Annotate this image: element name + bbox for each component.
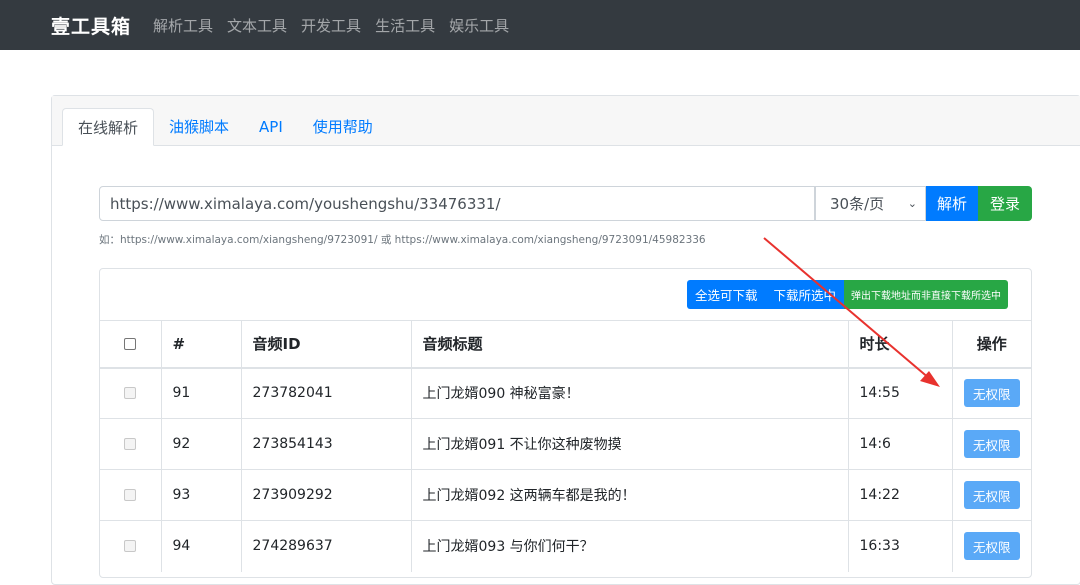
nav-links: 解析工具 文本工具 开发工具 生活工具 娱乐工具 xyxy=(153,15,523,36)
header-num: # xyxy=(160,320,241,369)
row-checkbox[interactable] xyxy=(124,540,137,553)
tab-api[interactable]: API xyxy=(244,108,298,146)
parse-button[interactable]: 解析 xyxy=(926,186,978,221)
row-select-cell xyxy=(100,418,161,470)
row-operation-cell: 无权限 xyxy=(951,469,1031,521)
row-num: 92 xyxy=(160,418,241,470)
header-audio-title: 音频标题 xyxy=(410,320,848,369)
brand-logo[interactable]: 壹工具箱 xyxy=(51,12,131,39)
table-row: 92 273854143 上门龙婿091 不让你这种废物摸 14:6 无权限 xyxy=(100,418,1031,470)
login-button[interactable]: 登录 xyxy=(978,186,1032,221)
header-duration: 时长 xyxy=(847,320,952,369)
header-audio-id: 音频ID xyxy=(240,320,411,369)
chevron-down-icon: ⌄ xyxy=(907,197,917,210)
tab-online-parse[interactable]: 在线解析 xyxy=(62,108,155,146)
row-num: 91 xyxy=(160,367,241,419)
table-row: 93 273909292 上门龙婿092 这两辆车都是我的！ 14:22 无权限 xyxy=(100,469,1031,521)
popup-download-links-button[interactable]: 弹出下载地址而非直接下载所选中 xyxy=(844,280,1009,309)
top-navbar: 壹工具箱 解析工具 文本工具 开发工具 生活工具 娱乐工具 xyxy=(0,0,1080,50)
row-audio-id: 273782041 xyxy=(240,367,411,419)
table-row: 94 274289637 上门龙婿093 与你们何干？ 16:33 无权限 xyxy=(100,520,1031,572)
table-row: 91 273782041 上门龙婿090 神秘富豪！ 14:55 无权限 xyxy=(100,367,1031,419)
row-audio-title: 上门龙婿093 与你们何干？ xyxy=(410,520,848,572)
no-permission-button[interactable]: 无权限 xyxy=(963,379,1020,408)
row-audio-title: 上门龙婿091 不让你这种废物摸 xyxy=(410,418,848,470)
table-header-row: # 音频ID 音频标题 时长 操作 xyxy=(100,320,1031,369)
row-duration: 14:55 xyxy=(847,367,952,419)
select-all-downloadable-button[interactable]: 全选可下载 xyxy=(687,280,766,309)
nav-link-dev-tools[interactable]: 开发工具 xyxy=(301,15,361,36)
row-audio-id: 273909292 xyxy=(240,469,411,521)
tab-bar: 在线解析 油猴脚本 API 使用帮助 xyxy=(62,108,388,146)
nav-link-fun-tools[interactable]: 娱乐工具 xyxy=(449,15,509,36)
select-all-header xyxy=(100,320,161,369)
card-header: 在线解析 油猴脚本 API 使用帮助 xyxy=(52,96,1080,146)
per-page-select[interactable]: 30条/页 ⌄ xyxy=(815,186,926,221)
row-audio-title: 上门龙婿092 这两辆车都是我的！ xyxy=(410,469,848,521)
row-duration: 14:22 xyxy=(847,469,952,521)
download-selected-button[interactable]: 下载所选中 xyxy=(765,280,845,309)
row-select-cell xyxy=(100,520,161,572)
row-operation-cell: 无权限 xyxy=(951,367,1031,419)
row-audio-title: 上门龙婿090 神秘富豪！ xyxy=(410,367,848,419)
row-operation-cell: 无权限 xyxy=(951,520,1031,572)
url-example-hint: 如：https://www.ximalaya.com/xiangsheng/97… xyxy=(99,234,706,246)
header-operation: 操作 xyxy=(951,320,1031,369)
row-checkbox[interactable] xyxy=(124,387,137,400)
per-page-value: 30条/页 xyxy=(830,195,885,213)
tab-userscript[interactable]: 油猴脚本 xyxy=(154,108,244,146)
nav-link-life-tools[interactable]: 生活工具 xyxy=(375,15,435,36)
no-permission-button[interactable]: 无权限 xyxy=(963,481,1020,509)
row-select-cell xyxy=(100,469,161,521)
row-audio-id: 273854143 xyxy=(240,418,411,470)
results-panel: 全选可下载 下载所选中 弹出下载地址而非直接下载所选中 # 音频ID 音频标题 … xyxy=(99,268,1032,578)
nav-link-parse-tools[interactable]: 解析工具 xyxy=(153,15,213,36)
tab-help[interactable]: 使用帮助 xyxy=(298,108,388,146)
audio-table: # 音频ID 音频标题 时长 操作 91 273782041 上门龙婿090 神… xyxy=(100,320,1031,572)
no-permission-button[interactable]: 无权限 xyxy=(963,430,1020,458)
row-num: 93 xyxy=(160,469,241,521)
row-duration: 16:33 xyxy=(847,520,952,572)
row-select-cell xyxy=(100,367,161,419)
select-all-checkbox[interactable] xyxy=(124,338,137,351)
row-duration: 14:6 xyxy=(847,418,952,470)
row-audio-id: 274289637 xyxy=(240,520,411,572)
url-input[interactable] xyxy=(99,186,815,221)
row-checkbox[interactable] xyxy=(124,489,137,501)
row-num: 94 xyxy=(160,520,241,572)
no-permission-button[interactable]: 无权限 xyxy=(963,532,1020,561)
row-checkbox[interactable] xyxy=(124,438,137,450)
download-actions: 全选可下载 下载所选中 弹出下载地址而非直接下载所选中 xyxy=(687,280,1009,309)
nav-link-text-tools[interactable]: 文本工具 xyxy=(227,15,287,36)
row-operation-cell: 无权限 xyxy=(951,418,1031,470)
